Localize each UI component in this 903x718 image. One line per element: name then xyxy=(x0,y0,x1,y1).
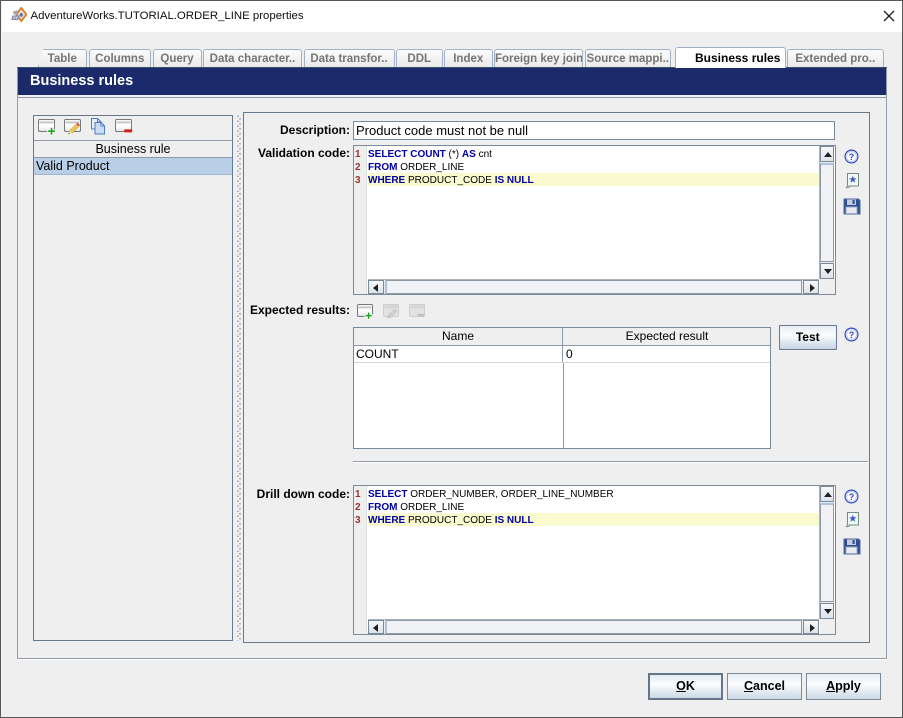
svg-text:?: ? xyxy=(849,152,855,162)
svg-text:?: ? xyxy=(849,492,855,502)
svg-text:?: ? xyxy=(849,330,855,340)
